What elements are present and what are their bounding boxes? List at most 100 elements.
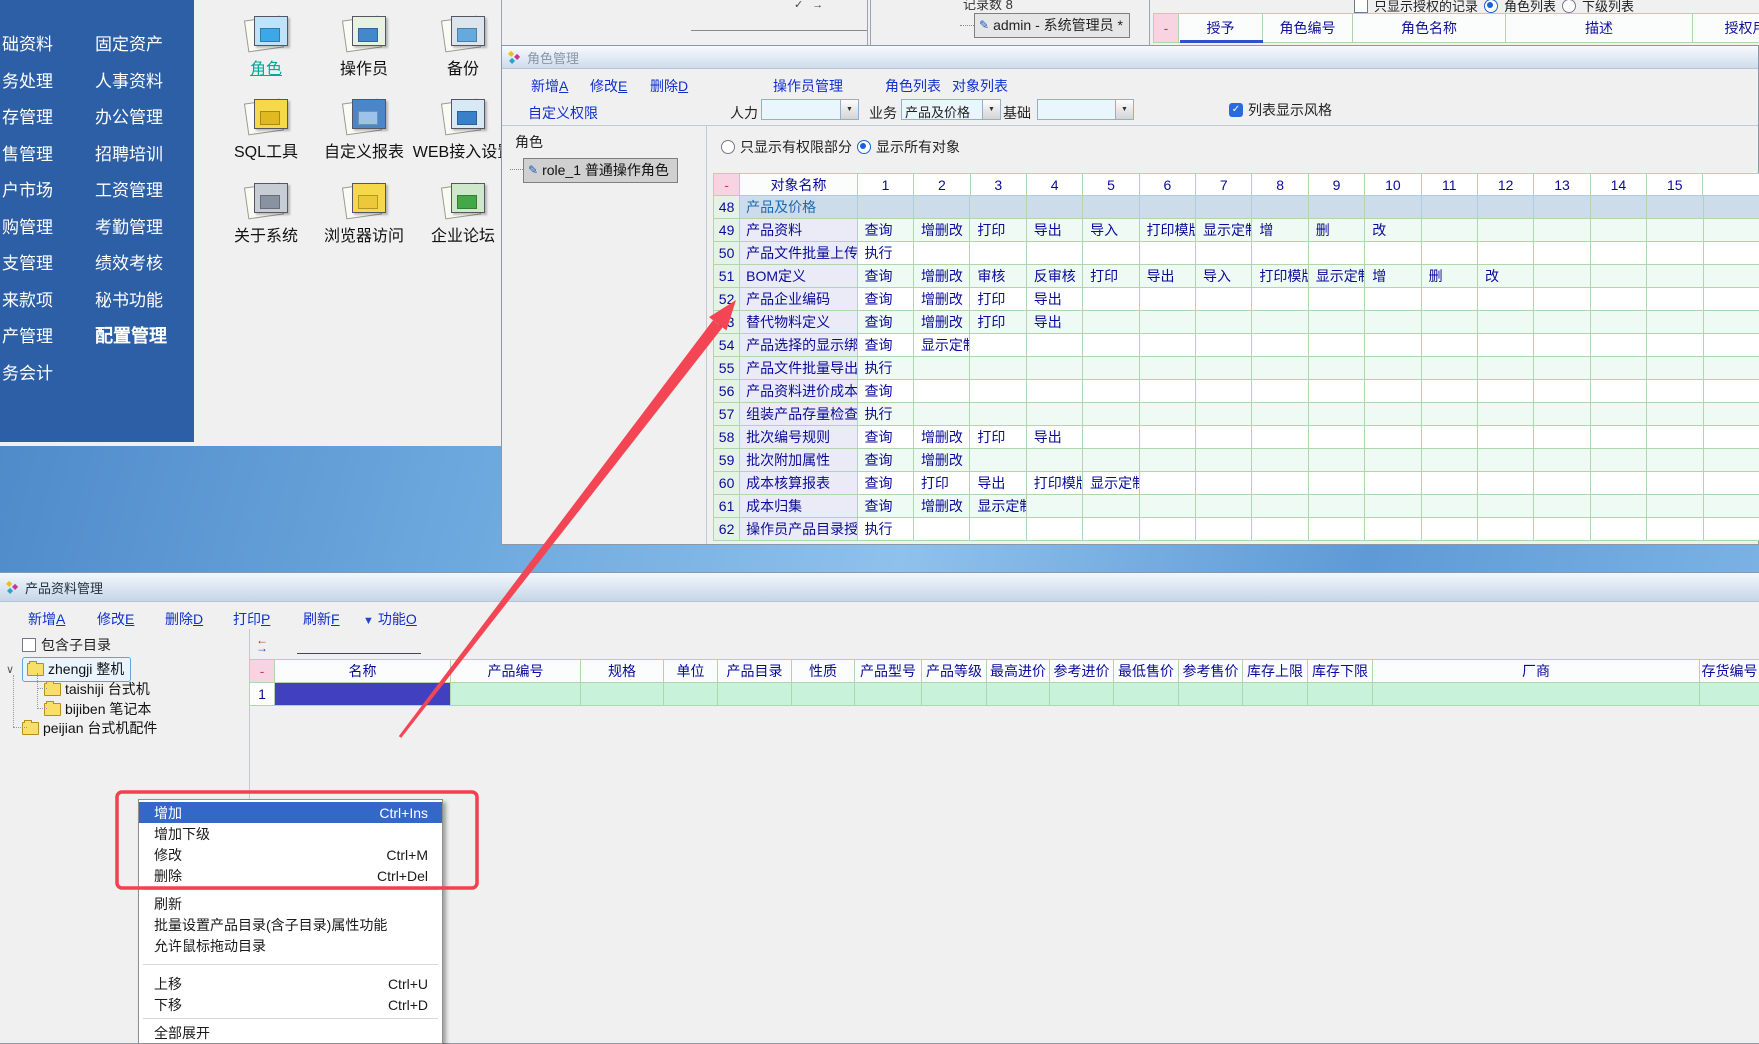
permission-cell[interactable] xyxy=(1647,403,1703,426)
limited-permission-radio[interactable] xyxy=(721,140,735,154)
product-column-header--[interactable]: - xyxy=(249,659,275,683)
permission-cell[interactable] xyxy=(1083,449,1139,472)
permission-cell[interactable]: 显示定制 xyxy=(1196,219,1252,242)
permission-cell[interactable] xyxy=(1252,426,1308,449)
product-column-header-单位[interactable]: 单位 xyxy=(664,659,718,683)
icon-item-自定义报表[interactable]: 自定义报表 xyxy=(309,99,419,162)
permission-cell[interactable] xyxy=(1704,334,1759,357)
product-column-header-参考进价[interactable]: 参考进价 xyxy=(1050,659,1114,683)
dropdown-arrow-icon[interactable]: ▼ xyxy=(1115,100,1133,119)
permission-cell[interactable] xyxy=(1196,357,1252,380)
permission-cell[interactable] xyxy=(1252,449,1308,472)
permission-cell[interactable] xyxy=(1140,311,1196,334)
object-name-cell[interactable]: 批次编号规则 xyxy=(740,426,857,449)
product-column-header-名称[interactable]: 名称 xyxy=(275,659,451,683)
permission-cell[interactable] xyxy=(1140,426,1196,449)
permission-cell[interactable] xyxy=(1478,380,1534,403)
show-granted-only-checkbox[interactable] xyxy=(1354,0,1368,13)
permission-cell[interactable] xyxy=(1534,518,1590,541)
permission-cell[interactable]: 导出 xyxy=(970,472,1026,495)
object-name-cell[interactable]: 产品资料 xyxy=(740,219,857,242)
permission-cell[interactable] xyxy=(1140,196,1196,219)
permission-cell[interactable]: 查询 xyxy=(858,495,914,518)
product-column-header-性质[interactable]: 性质 xyxy=(792,659,855,683)
permission-cell[interactable] xyxy=(1422,380,1478,403)
permission-cell[interactable] xyxy=(970,380,1026,403)
object-name-cell[interactable]: BOM定义 xyxy=(740,265,857,288)
grant-column-header[interactable]: 角色编号 xyxy=(1263,13,1353,43)
permission-cell[interactable] xyxy=(1647,334,1703,357)
permission-cell[interactable] xyxy=(1252,403,1308,426)
permission-cell[interactable]: 导出 xyxy=(1140,265,1196,288)
permission-cell[interactable] xyxy=(1027,495,1083,518)
permission-cell[interactable]: 导入 xyxy=(1196,265,1252,288)
product-window-titlebar[interactable]: ◆◆◆ 产品资料管理 xyxy=(0,573,1759,602)
permission-cell[interactable] xyxy=(1422,334,1478,357)
permission-cell[interactable] xyxy=(1534,311,1590,334)
permission-cell[interactable] xyxy=(1196,242,1252,265)
dropdown-arrow-icon[interactable]: ▼ xyxy=(982,100,1000,119)
permission-cell[interactable] xyxy=(1196,426,1252,449)
permission-cell[interactable] xyxy=(1027,196,1083,219)
permission-column-header[interactable]: 9 xyxy=(1309,173,1365,196)
permission-column-header[interactable]: 3 xyxy=(971,173,1027,196)
permission-cell[interactable] xyxy=(1309,196,1365,219)
permission-cell[interactable] xyxy=(1534,265,1590,288)
permission-cell[interactable] xyxy=(1252,357,1308,380)
permission-cell[interactable] xyxy=(1309,288,1365,311)
permission-cell[interactable]: 删 xyxy=(1422,265,1478,288)
permission-cell[interactable]: 增删改 xyxy=(914,288,970,311)
permission-cell[interactable]: 审核 xyxy=(970,265,1026,288)
expander-icon[interactable]: ∨ xyxy=(6,663,18,676)
permission-cell[interactable]: 改 xyxy=(1478,265,1534,288)
permission-cell[interactable] xyxy=(1365,472,1421,495)
permission-cell[interactable] xyxy=(1140,380,1196,403)
permission-cell[interactable] xyxy=(1252,311,1308,334)
permission-cell[interactable] xyxy=(1027,518,1083,541)
permission-cell[interactable]: 打印 xyxy=(970,288,1026,311)
permission-cell[interactable] xyxy=(1309,495,1365,518)
include-subdir-checkbox[interactable] xyxy=(22,638,36,652)
permission-cell[interactable] xyxy=(1309,334,1365,357)
menu-item-增加[interactable]: 增加Ctrl+Ins xyxy=(139,802,442,823)
permission-cell[interactable] xyxy=(1647,426,1703,449)
permission-cell[interactable] xyxy=(1591,472,1647,495)
permission-cell[interactable] xyxy=(1534,380,1590,403)
permission-cell[interactable] xyxy=(1422,288,1478,311)
permission-cell[interactable] xyxy=(1083,242,1139,265)
dropdown-arrow-icon[interactable]: ▼ xyxy=(840,100,858,119)
permission-cell[interactable] xyxy=(1365,380,1421,403)
permission-cell[interactable]: 执行 xyxy=(858,242,914,265)
permission-cell[interactable] xyxy=(1252,380,1308,403)
permission-table-row[interactable]: 58批次编号规则查询增删改打印导出 xyxy=(713,426,1759,449)
permission-cell[interactable] xyxy=(1534,426,1590,449)
permission-cell[interactable] xyxy=(1196,196,1252,219)
permission-table-row[interactable]: 52产品企业编码查询增删改打印导出 xyxy=(713,288,1759,311)
permission-cell[interactable] xyxy=(1083,196,1139,219)
permission-cell[interactable] xyxy=(914,380,970,403)
permission-cell[interactable] xyxy=(1422,311,1478,334)
permission-cell[interactable] xyxy=(1027,449,1083,472)
toolbar-button-删除[interactable]: 删除D xyxy=(165,609,203,629)
permission-cell[interactable] xyxy=(1478,357,1534,380)
permission-cell[interactable] xyxy=(1534,472,1590,495)
permission-cell[interactable]: 显示定制 xyxy=(970,495,1026,518)
product-data-cell[interactable] xyxy=(922,683,987,706)
permission-cell[interactable] xyxy=(1478,311,1534,334)
object-name-cell[interactable]: 产品及价格 xyxy=(740,196,857,219)
object-name-cell[interactable]: 批次附加属性 xyxy=(740,449,857,472)
permission-column-header[interactable]: 11 xyxy=(1422,173,1478,196)
permission-cell[interactable] xyxy=(1534,242,1590,265)
row-number-cell[interactable]: 1 xyxy=(249,683,275,706)
permission-cell[interactable]: 删 xyxy=(1309,219,1365,242)
permission-cell[interactable] xyxy=(970,196,1026,219)
grant-column-header[interactable]: 角色名称 xyxy=(1353,13,1506,43)
permission-cell[interactable] xyxy=(1478,219,1534,242)
permission-cell[interactable]: 改 xyxy=(1365,219,1421,242)
permission-cell[interactable]: 查询 xyxy=(858,334,914,357)
permission-cell[interactable]: 反审核 xyxy=(1027,265,1083,288)
toolbar-button-修改[interactable]: 修改E xyxy=(97,609,134,629)
permission-cell[interactable] xyxy=(1083,426,1139,449)
permission-table-row[interactable]: 57组装产品存量检查执行 xyxy=(713,403,1759,426)
product-column-header-库存上限[interactable]: 库存上限 xyxy=(1243,659,1308,683)
